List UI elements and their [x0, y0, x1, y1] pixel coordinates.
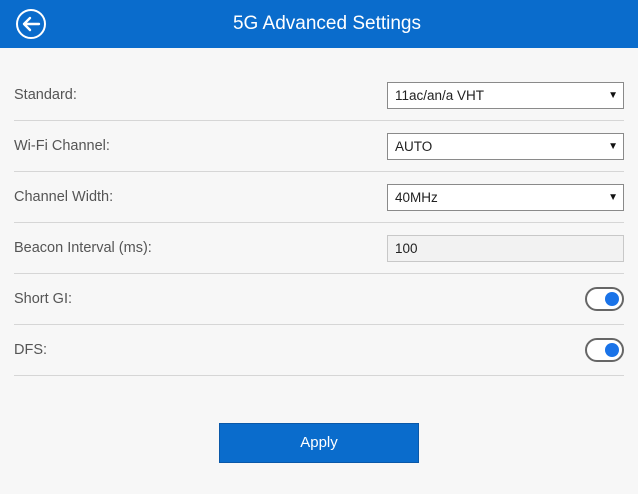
dfs-label: DFS: [14, 342, 48, 358]
dropdown-arrow-icon: ▼ [608, 90, 618, 101]
setting-row-dfs: DFS: [14, 325, 624, 376]
dfs-toggle[interactable] [585, 338, 624, 362]
standard-label: Standard: [14, 87, 77, 103]
back-button[interactable] [15, 8, 47, 40]
wifi-channel-select[interactable]: AUTO ▼ [387, 133, 624, 160]
page-title: 5G Advanced Settings [232, 13, 421, 34]
channel-width-value: 40MHz [395, 190, 438, 205]
wifi-channel-label: Wi-Fi Channel: [14, 138, 110, 154]
setting-row-channel-width: Channel Width: 40MHz ▼ [14, 172, 624, 223]
setting-row-short-gi: Short GI: [14, 274, 624, 325]
channel-width-label: Channel Width: [14, 189, 114, 205]
setting-row-wifi-channel: Wi-Fi Channel: AUTO ▼ [14, 121, 624, 172]
apply-button[interactable]: Apply [219, 423, 419, 463]
back-arrow-circle-icon [16, 9, 46, 39]
setting-row-beacon-interval: Beacon Interval (ms): 100 [14, 223, 624, 274]
setting-row-standard: Standard: 11ac/an/a VHT ▼ [14, 70, 624, 121]
short-gi-label: Short GI: [14, 291, 73, 307]
beacon-interval-input[interactable]: 100 [387, 235, 624, 262]
header-bar: 5G Advanced Settings [0, 0, 638, 48]
beacon-interval-label: Beacon Interval (ms): [14, 240, 152, 256]
toggle-knob [605, 343, 619, 357]
dropdown-arrow-icon: ▼ [608, 141, 618, 152]
standard-value: 11ac/an/a VHT [395, 88, 485, 103]
toggle-knob [605, 292, 619, 306]
short-gi-toggle[interactable] [585, 287, 624, 311]
channel-width-select[interactable]: 40MHz ▼ [387, 184, 624, 211]
dropdown-arrow-icon: ▼ [608, 192, 618, 203]
wifi-channel-value: AUTO [395, 139, 433, 154]
standard-select[interactable]: 11ac/an/a VHT ▼ [387, 82, 624, 109]
